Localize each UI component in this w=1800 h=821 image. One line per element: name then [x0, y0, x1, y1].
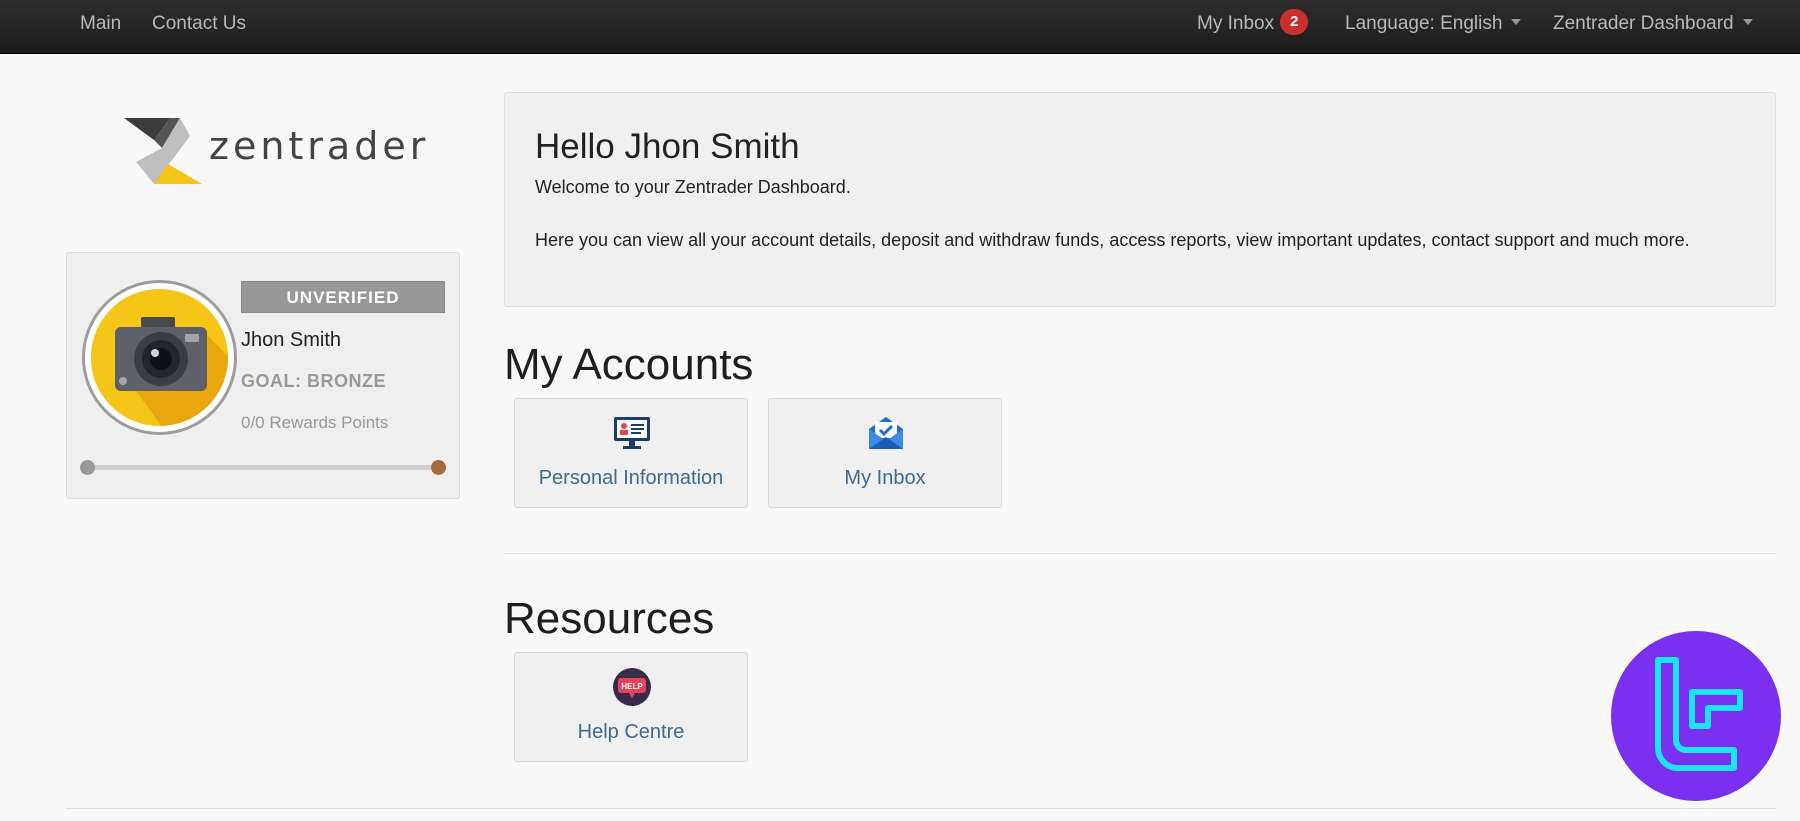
monitor-id-card-icon: [614, 417, 650, 449]
dashboard-dropdown-label: Zentrader Dashboard: [1553, 13, 1734, 34]
language-dropdown-label: Language: English: [1345, 13, 1503, 34]
inbox-count-badge: 2: [1280, 8, 1309, 35]
personal-information-label: Personal Information: [538, 467, 724, 489]
welcome-subtitle: Welcome to your Zentrader Dashboard.: [535, 177, 851, 197]
footer-divider: [66, 808, 1776, 809]
rewards-points: 0/0 Rewards Points: [241, 413, 389, 432]
profile-goal: GOAL: BRONZE: [241, 371, 386, 391]
rewards-progress-bar: [87, 465, 439, 470]
dashboard-dropdown[interactable]: Zentrader Dashboard: [1553, 0, 1753, 48]
avatar[interactable]: [82, 280, 237, 435]
help-bubble-icon: HELP: [613, 668, 651, 706]
caret-down-icon: [1742, 18, 1753, 25]
welcome-body: Here you can view all your account detai…: [535, 230, 1690, 250]
help-centre-label: Help Centre: [577, 721, 685, 743]
caret-down-icon: [1511, 18, 1522, 25]
help-centre-tile[interactable]: HELP Help Centre: [514, 652, 748, 762]
top-navbar: Main Contact Us My Inbox 2 Language: Engl…: [0, 0, 1800, 54]
language-dropdown[interactable]: Language: English: [1345, 0, 1522, 48]
nav-my-inbox-label: My Inbox: [1197, 13, 1275, 34]
avatar-image: [91, 289, 228, 426]
nav-my-inbox[interactable]: My Inbox 2: [1197, 0, 1309, 48]
personal-information-tile[interactable]: Personal Information: [514, 398, 748, 508]
envelope-check-icon: [869, 417, 903, 449]
progress-start-marker: [80, 460, 95, 475]
nav-main[interactable]: Main: [80, 0, 121, 48]
zentrader-mark-icon: [124, 118, 202, 184]
profile-name: Jhon Smith: [241, 329, 342, 351]
logo-wordmark: zentrader: [209, 124, 430, 168]
progress-goal-marker: [431, 460, 446, 475]
my-inbox-label: My Inbox: [844, 467, 926, 489]
resources-heading: Resources: [504, 594, 715, 643]
profile-card: UNVERIFIED Jhon Smith GOAL: BRONZE 0/0 R…: [66, 252, 460, 499]
watermark-logo-icon: [1611, 631, 1781, 801]
my-accounts-heading: My Accounts: [504, 340, 754, 389]
verification-status-badge: UNVERIFIED: [241, 281, 445, 313]
zentrader-logo[interactable]: zentrader: [124, 118, 425, 186]
help-icon-text: HELP: [621, 682, 643, 691]
my-inbox-tile[interactable]: My Inbox: [768, 398, 1002, 508]
camera-icon: [91, 289, 228, 426]
welcome-panel: Hello Jhon Smith Welcome to your Zentrad…: [504, 92, 1776, 307]
nav-contact-us[interactable]: Contact Us: [152, 0, 246, 48]
section-divider: [504, 553, 1776, 554]
welcome-title: Hello Jhon Smith: [535, 127, 800, 166]
